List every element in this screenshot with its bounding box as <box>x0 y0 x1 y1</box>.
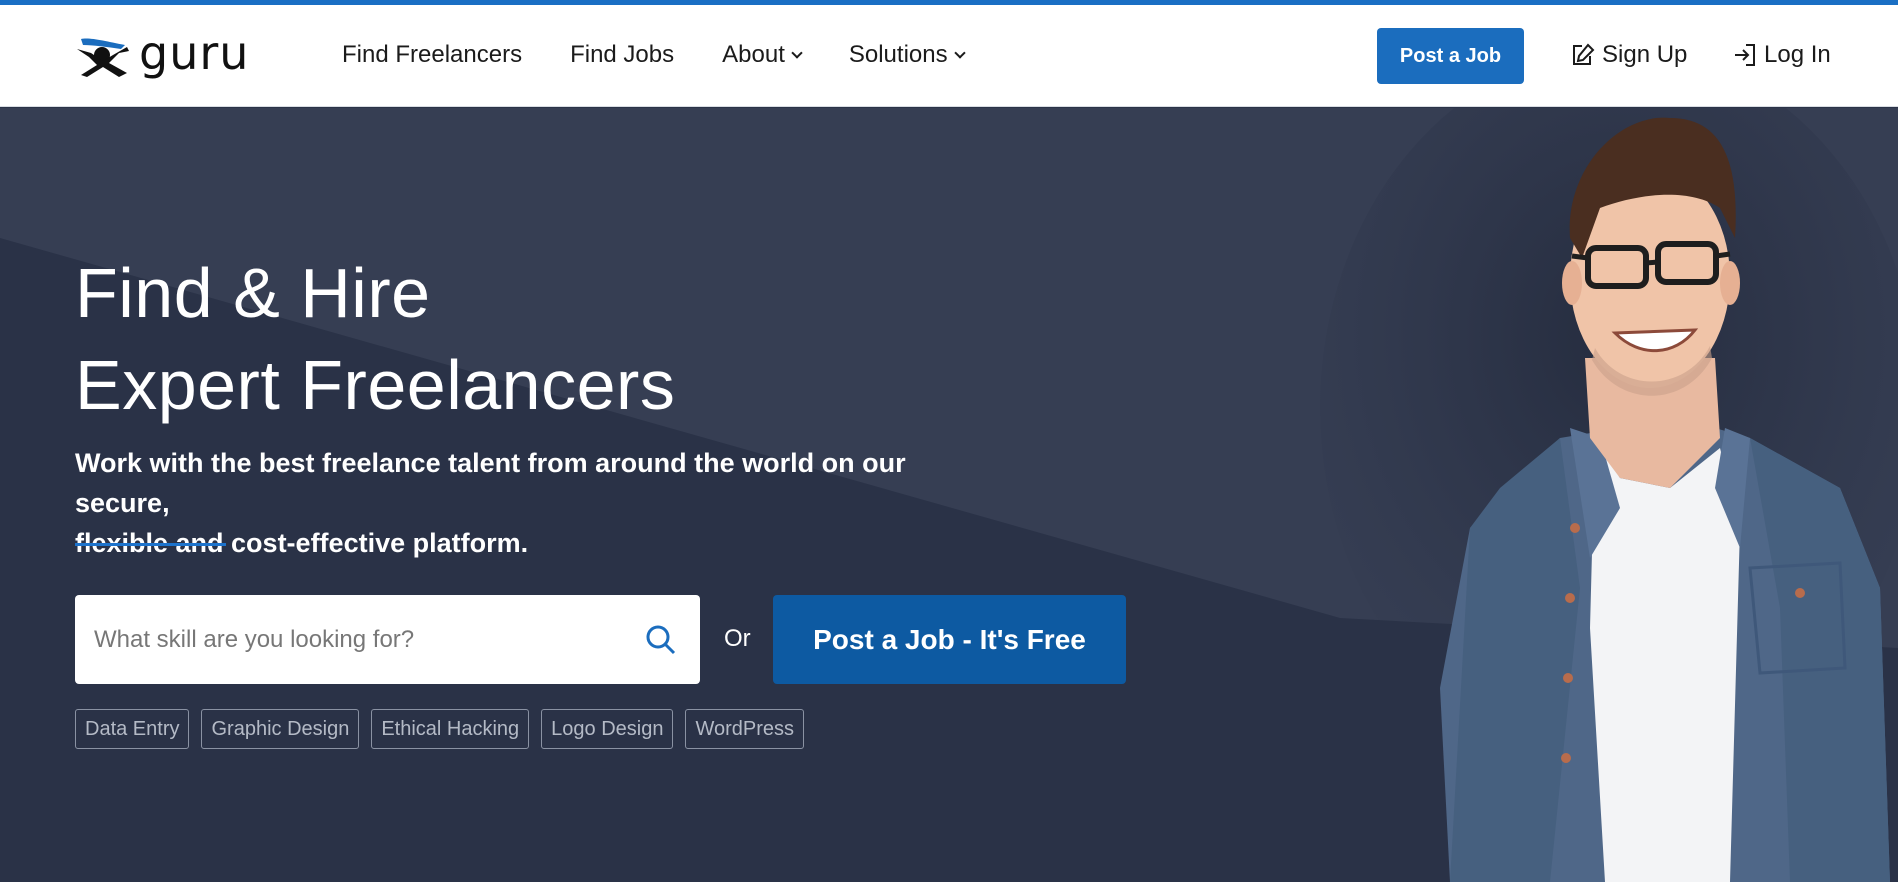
chevron-down-icon <box>953 46 966 59</box>
main-nav: Find Freelancers Find Jobs About Solutio… <box>342 41 1012 69</box>
post-a-job-button[interactable]: Post a Job <box>1377 28 1524 84</box>
skill-chip-wordpress[interactable]: WordPress <box>685 709 805 749</box>
sign-up-link[interactable]: Sign Up <box>1570 41 1687 69</box>
skill-chip-logo-design[interactable]: Logo Design <box>541 709 674 749</box>
nav-solutions[interactable]: Solutions <box>848 41 966 69</box>
site-header: guru Find Freelancers Find Jobs About So… <box>0 5 1898 107</box>
search-icon[interactable] <box>645 624 677 656</box>
logo-wordmark: guru <box>139 26 250 80</box>
nav-label: Find Freelancers <box>342 41 523 68</box>
or-label: Or <box>724 625 751 652</box>
hero-title-line-2: Expert Freelancers <box>75 346 676 424</box>
chevron-down-icon <box>791 46 803 59</box>
hero-subtitle-line-1: Work with the best freelance talent from… <box>75 448 906 518</box>
nav-find-freelancers[interactable]: Find Freelancers <box>342 41 522 69</box>
guru-logo-icon <box>77 38 129 77</box>
hero-title-line-1: Find & Hire <box>75 254 431 332</box>
popular-skills: Data Entry Graphic Design Ethical Hackin… <box>75 709 816 749</box>
nav-label: Solutions <box>848 41 948 68</box>
post-job-free-button[interactable]: Post a Job - It's Free <box>773 595 1126 684</box>
log-in-label: Log In <box>1764 41 1831 68</box>
skill-search-box <box>75 595 700 684</box>
skill-chip-ethical-hacking[interactable]: Ethical Hacking <box>371 709 530 749</box>
nav-about[interactable]: About <box>722 41 803 69</box>
nav-label: Find Jobs <box>570 41 675 68</box>
nav-find-jobs[interactable]: Find Jobs <box>570 41 674 69</box>
smiling-man-photo <box>1320 108 1898 882</box>
nav-label: About <box>722 41 785 68</box>
skill-chip-data-entry[interactable]: Data Entry <box>75 709 190 749</box>
login-arrow-icon <box>1735 44 1755 66</box>
guru-logo[interactable]: guru <box>75 26 275 83</box>
accent-divider <box>75 543 226 546</box>
skill-search-input[interactable] <box>75 595 635 684</box>
sign-up-label: Sign Up <box>1602 41 1688 68</box>
pencil-square-icon <box>1573 43 1595 65</box>
hero-section: Find & Hire Expert Freelancers Work with… <box>0 108 1898 882</box>
skill-chip-graphic-design[interactable]: Graphic Design <box>201 709 360 749</box>
log-in-link[interactable]: Log In <box>1732 41 1831 69</box>
